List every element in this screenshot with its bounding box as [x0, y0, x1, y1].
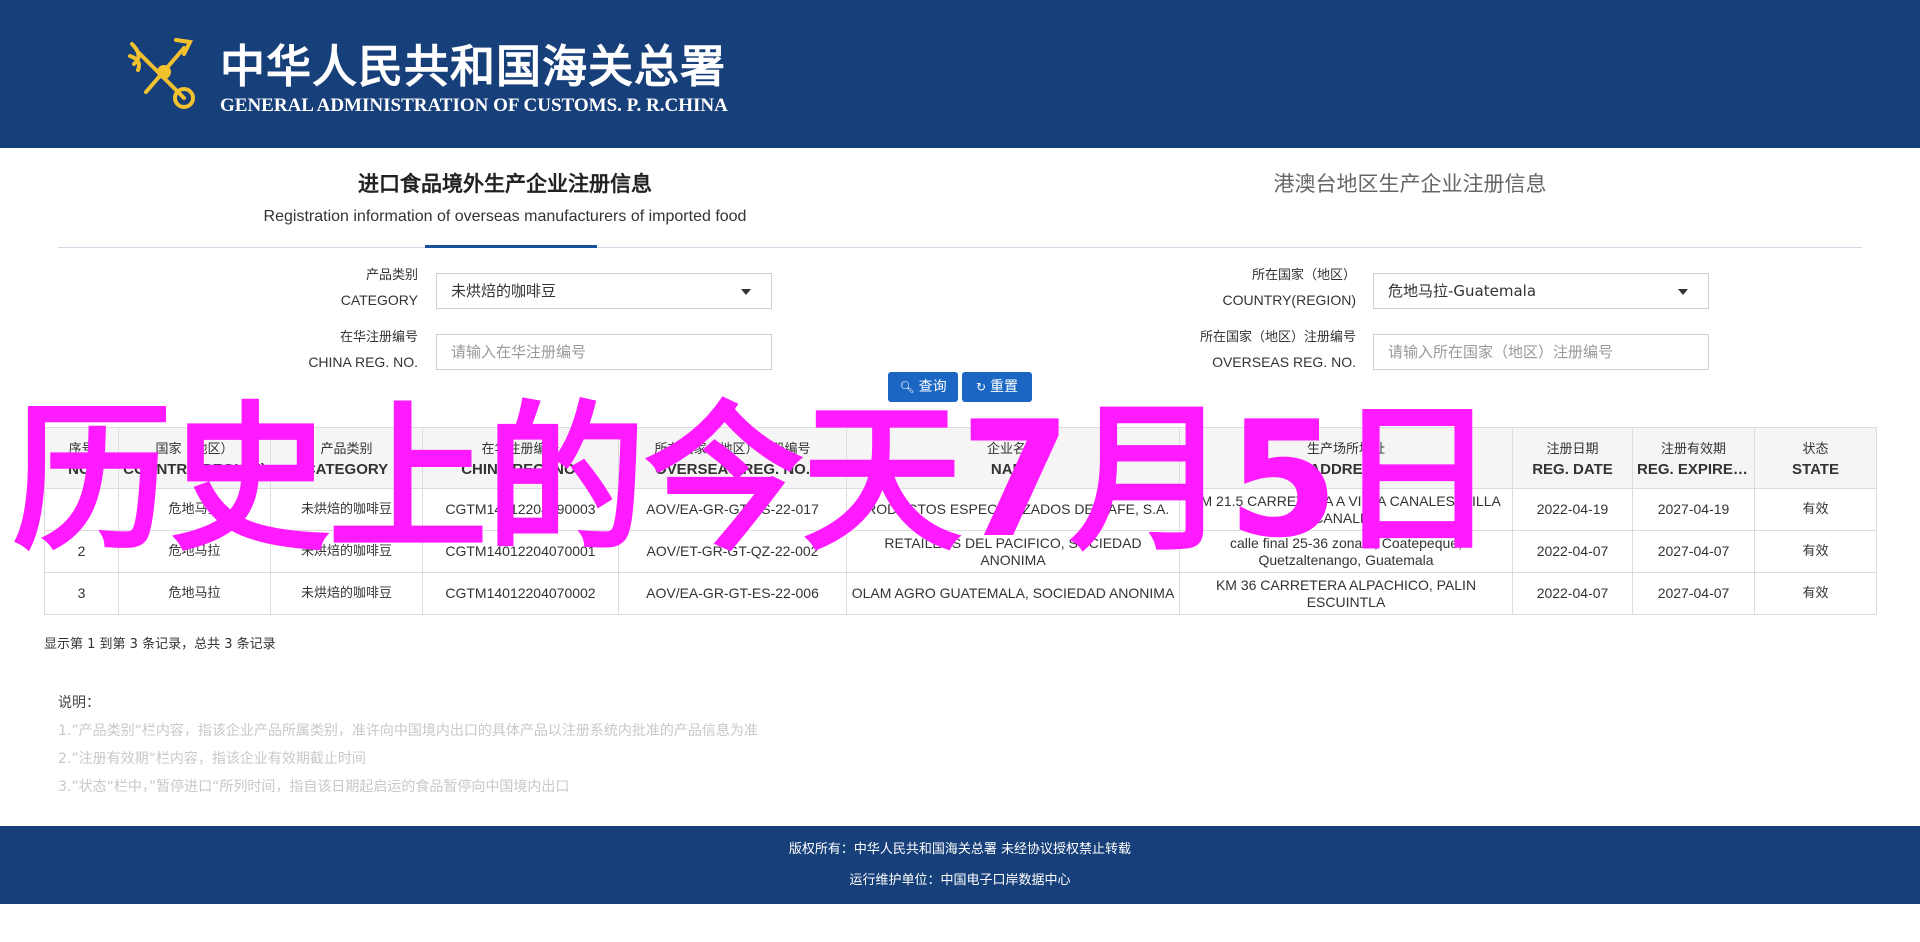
cell-reg-date: 2022-04-07 [1512, 572, 1633, 615]
country-select[interactable]: 危地马拉-Guatemala [1373, 273, 1709, 309]
tab-overseas-manufacturers[interactable]: 进口食品境外生产企业注册信息 Registration information … [240, 168, 770, 226]
overseas-reg-label: 所在国家（地区）注册编号 OVERSEAS REG. NO. [1199, 330, 1356, 370]
customs-emblem-icon [128, 38, 195, 109]
site-title-en: GENERAL ADMINISTRATION OF CUSTOMS. P. R.… [220, 95, 728, 116]
chevron-down-icon [1678, 289, 1688, 295]
note-line: 2.”注册有效期“栏内容，指该企业有效期截止时间 [58, 751, 366, 767]
footer-maintainer: 运行维护单位：中国电子口岸数据中心 [849, 873, 1071, 888]
cell-category: 未烘焙的咖啡豆 [270, 572, 423, 615]
overlay-headline: 历史上的今天7月5日 [12, 386, 1497, 573]
column-header[interactable]: 注册有效期REG. EXPIRED DATE [1632, 427, 1755, 489]
category-label: 产品类别 CATEGORY [340, 268, 418, 308]
cell-reg-date: 2022-04-19 [1512, 488, 1633, 531]
cell-state: 有效 [1754, 572, 1877, 615]
notes-section: 说明： 1.”产品类别“栏内容，指该企业产品所属类别，准许向中国境内出口的具体产… [58, 692, 758, 804]
tab-label-cn: 进口食品境外生产企业注册信息 [358, 171, 652, 196]
country-select-value: 危地马拉-Guatemala [1388, 282, 1537, 300]
cell-state: 有效 [1754, 530, 1877, 573]
country-label: 所在国家（地区） COUNTRY(REGION) [1222, 268, 1356, 308]
column-header[interactable]: 状态 STATE [1754, 427, 1877, 489]
cell-china-reg: CGTM14012204070002 [422, 572, 619, 615]
pagination-summary: 显示第 1 到第 3 条记录，总共 3 条记录 [44, 637, 276, 652]
cell-expired-date: 2027-04-07 [1632, 530, 1755, 573]
cell-state: 有效 [1754, 488, 1877, 531]
note-line: 1.”产品类别“栏内容，指该企业产品所属类别，准许向中国境内出口的具体产品以注册… [58, 723, 758, 739]
overseas-reg-input[interactable]: 请输入所在国家（地区）注册编号 [1373, 334, 1709, 370]
overseas-reg-placeholder: 请输入所在国家（地区）注册编号 [1388, 343, 1614, 361]
footer-copyright: 版权所有：中华人民共和国海关总署 未经协议授权禁止转载 [788, 842, 1132, 857]
tab-divider [58, 247, 1862, 248]
china-reg-label: 在华注册编号 CHINA REG. NO. [308, 330, 418, 370]
category-select-value: 未烘焙的咖啡豆 [451, 282, 557, 300]
cell-expired-date: 2027-04-19 [1632, 488, 1755, 531]
tab-hk-macao-taiwan[interactable]: 港澳台地区生产企业注册信息 [1140, 168, 1680, 198]
cell-no: 3 [44, 572, 119, 615]
cell-overseas-reg: AOV/EA-GR-GT-ES-22-006 [618, 572, 847, 615]
table-row[interactable]: 3 危地马拉 未烘焙的咖啡豆 CGTM14012204070002 AOV/EA… [44, 572, 1877, 615]
site-footer: 版权所有：中华人民共和国海关总署 未经协议授权禁止转载 运行维护单位：中国电子口… [0, 826, 1920, 904]
note-line: 3.”状态“栏中，”暂停进口“所列时间，指自该日期起启运的食品暂停向中国境内出口 [58, 779, 570, 795]
tab-label-cn: 港澳台地区生产企业注册信息 [1273, 172, 1547, 196]
site-title-cn: 中华人民共和国海关总署 [220, 40, 727, 93]
cell-expired-date: 2027-04-07 [1632, 572, 1755, 615]
tab-label-en: Registration information of overseas man… [263, 208, 747, 225]
active-tab-indicator [425, 245, 597, 248]
cell-address: KM 36 CARRETERA ALPACHICO, PALIN ESCUINT… [1179, 572, 1513, 615]
site-header: 中华人民共和国海关总署 GENERAL ADMINISTRATION OF CU… [0, 0, 1920, 148]
cell-name: OLAM AGRO GUATEMALA, SOCIEDAD ANONIMA [846, 572, 1180, 615]
cell-country: 危地马拉 [118, 572, 271, 615]
china-reg-input[interactable]: 请输入在华注册编号 [436, 334, 772, 370]
category-select[interactable]: 未烘焙的咖啡豆 [436, 273, 772, 309]
column-header[interactable]: 注册日期 REG. DATE [1512, 427, 1633, 489]
notes-title: 说明： [58, 695, 100, 711]
chevron-down-icon [741, 289, 751, 295]
cell-reg-date: 2022-04-07 [1512, 530, 1633, 573]
china-reg-placeholder: 请输入在华注册编号 [451, 343, 587, 361]
